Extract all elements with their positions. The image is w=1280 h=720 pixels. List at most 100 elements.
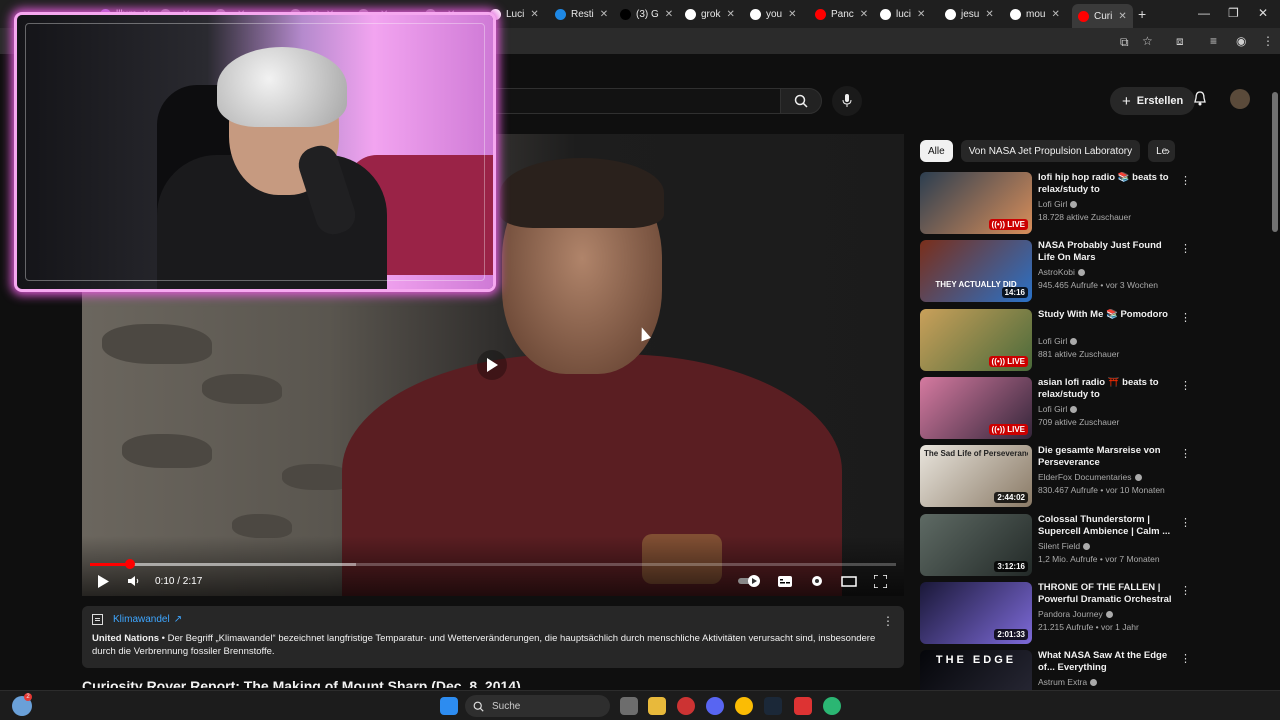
app-icon[interactable] <box>794 697 812 715</box>
info-more-icon[interactable]: ⋮ <box>882 614 894 628</box>
center-play-icon[interactable] <box>477 350 507 380</box>
recommendation-channel[interactable]: Pandora Journey <box>1038 609 1113 619</box>
recommendation-item[interactable]: ((•)) LIVE lofi hip hop radio 📚 beats to … <box>920 172 1191 234</box>
maximize-icon[interactable]: ❐ <box>1228 6 1239 20</box>
tab-close-icon[interactable]: ✕ <box>788 9 796 20</box>
minimize-icon[interactable]: — <box>1198 6 1210 20</box>
browser-tab[interactable]: Luci ✕ <box>490 4 539 24</box>
account-avatar[interactable] <box>1230 89 1250 109</box>
tab-close-icon[interactable]: ✕ <box>1118 11 1126 22</box>
install-app-icon[interactable]: ⧉ <box>1120 35 1129 50</box>
browser-tab[interactable]: Resti ✕ <box>555 4 608 24</box>
filter-chip[interactable]: Alle <box>920 140 953 162</box>
browser-menu-icon[interactable]: ⋮ <box>1262 34 1274 48</box>
volume-button[interactable] <box>128 573 140 589</box>
video-thumbnail[interactable]: 3:12:16 <box>920 514 1032 576</box>
taskbar-search[interactable]: Suche <box>465 695 610 717</box>
recommendation-title[interactable]: asian lofi radio ⛩️ beats to relax/study… <box>1038 377 1174 401</box>
discord-icon[interactable] <box>706 697 724 715</box>
search-input[interactable] <box>490 88 780 114</box>
tab-close-icon[interactable]: ✕ <box>600 9 608 20</box>
windows-start-icon[interactable] <box>440 697 458 715</box>
tab-close-icon[interactable]: ✕ <box>860 9 868 20</box>
tab-close-icon[interactable]: ✕ <box>665 9 673 20</box>
recommendation-title[interactable]: NASA Probably Just Found Life On Mars <box>1038 240 1174 264</box>
browser-tab[interactable]: jesu ✕ <box>945 4 994 24</box>
autoplay-toggle[interactable] <box>738 573 764 589</box>
video-thumbnail[interactable]: The Sad Life of Perseverance 2:44:02 <box>920 445 1032 507</box>
browser-tab[interactable]: (3) G ✕ <box>620 4 673 24</box>
browser-tab[interactable]: Curi ✕ <box>1072 4 1133 28</box>
recommendation-item[interactable]: 2:01:33 THRONE OF THE FALLEN | Powerful D… <box>920 582 1191 644</box>
recommendation-title[interactable]: THRONE OF THE FALLEN | Powerful Dramatic… <box>1038 582 1174 606</box>
recommendation-title[interactable]: Die gesamte Marsreise von Perseverance <box>1038 445 1174 469</box>
new-tab-button[interactable]: + <box>1138 6 1146 22</box>
browser-tab[interactable]: Panc ✕ <box>815 4 868 24</box>
more-options-icon[interactable]: ⋮ <box>1180 584 1191 597</box>
more-options-icon[interactable]: ⋮ <box>1180 174 1191 187</box>
recommendation-item[interactable]: THEY ACTUALLY DID 14:16 NASA Probably Just… <box>920 240 1191 302</box>
browser-tab[interactable]: you ✕ <box>750 4 797 24</box>
search-button[interactable] <box>780 88 822 114</box>
notifications-bell-icon[interactable] <box>1192 91 1208 107</box>
browser-tab[interactable]: grok ✕ <box>685 4 735 24</box>
tab-close-icon[interactable]: ✕ <box>917 9 925 20</box>
video-thumbnail[interactable]: THEY ACTUALLY DID 14:16 <box>920 240 1032 302</box>
recommendation-item[interactable]: The Sad Life of Perseverance 2:44:02 Die g… <box>920 445 1191 507</box>
app-icon[interactable] <box>677 697 695 715</box>
filter-chip[interactable]: Von NASA Jet Propulsion Laboratory <box>960 140 1141 162</box>
app-icon[interactable] <box>823 697 841 715</box>
task-view-icon[interactable] <box>620 697 638 715</box>
tab-close-icon[interactable]: ✕ <box>726 9 734 20</box>
recommendation-channel[interactable]: Astrum Extra <box>1038 677 1098 687</box>
recommendation-item[interactable]: 3:12:16 Colossal Thunderstorm | Supercell… <box>920 514 1191 576</box>
chevron-right-icon[interactable]: › <box>1166 144 1170 158</box>
steam-icon[interactable] <box>764 697 782 715</box>
video-thumbnail[interactable]: ((•)) LIVE <box>920 377 1032 439</box>
recommendation-channel[interactable]: Lofi Girl <box>1038 336 1078 346</box>
more-options-icon[interactable]: ⋮ <box>1180 242 1191 255</box>
video-thumbnail[interactable]: ((•)) LIVE <box>920 309 1032 371</box>
browser-tab[interactable]: mou ✕ <box>1010 4 1060 24</box>
fullscreen-button[interactable] <box>874 573 887 589</box>
more-options-icon[interactable]: ⋮ <box>1180 379 1191 392</box>
play-button[interactable] <box>98 573 109 589</box>
more-options-icon[interactable]: ⋮ <box>1180 447 1191 460</box>
recommendation-title[interactable]: Study With Me 📚 Pomodoro <box>1038 309 1174 321</box>
recommendation-item[interactable]: ((•)) LIVE Study With Me 📚 Pomodoro Lofi G… <box>920 309 1191 371</box>
recommendation-channel[interactable]: Silent Field <box>1038 541 1091 551</box>
extensions-icon[interactable]: ⧈ <box>1176 34 1184 49</box>
recommendation-channel[interactable]: Lofi Girl <box>1038 404 1078 414</box>
video-thumbnail[interactable]: 2:01:33 <box>920 582 1032 644</box>
create-button[interactable]: + Erstellen <box>1110 87 1196 115</box>
recommendation-item[interactable]: ((•)) LIVE asian lofi radio ⛩️ beats to r… <box>920 377 1191 439</box>
filter-chip[interactable]: Le <box>1148 140 1176 162</box>
info-panel-topic[interactable]: Klimawandel ↗ <box>92 614 182 625</box>
recommendation-channel[interactable]: AstroKobi <box>1038 267 1085 277</box>
more-options-icon[interactable]: ⋮ <box>1180 311 1191 324</box>
voice-search-button[interactable] <box>832 86 862 116</box>
recommendation-title[interactable]: What NASA Saw At the Edge of... Everythi… <box>1038 650 1174 674</box>
chrome-icon[interactable] <box>735 697 753 715</box>
file-explorer-icon[interactable] <box>648 697 666 715</box>
tab-close-icon[interactable]: ✕ <box>1051 9 1059 20</box>
subtitles-button[interactable] <box>778 573 792 589</box>
recommendation-title[interactable]: lofi hip hop radio 📚 beats to relax/stud… <box>1038 172 1174 196</box>
close-window-icon[interactable]: ✕ <box>1258 6 1268 20</box>
browser-tab[interactable]: luci ✕ <box>880 4 925 24</box>
recommendation-channel[interactable]: Lofi Girl <box>1038 199 1078 209</box>
more-options-icon[interactable]: ⋮ <box>1180 652 1191 665</box>
bookmark-star-icon[interactable]: ☆ <box>1142 34 1153 48</box>
recommendation-title[interactable]: Colossal Thunderstorm | Supercell Ambien… <box>1038 514 1174 538</box>
tab-close-icon[interactable]: ✕ <box>530 9 538 20</box>
scrollbar-thumb[interactable] <box>1272 92 1278 232</box>
theater-mode-button[interactable] <box>841 573 857 589</box>
more-options-icon[interactable]: ⋮ <box>1180 516 1191 529</box>
video-thumbnail[interactable]: ((•)) LIVE <box>920 172 1032 234</box>
settings-button[interactable] <box>810 573 824 589</box>
recommendation-channel[interactable]: ElderFox Documentaries <box>1038 472 1142 482</box>
topic-link[interactable]: Klimawandel <box>113 614 170 625</box>
tab-close-icon[interactable]: ✕ <box>985 9 993 20</box>
progress-bar[interactable] <box>90 559 896 569</box>
reading-list-icon[interactable]: ≡ <box>1210 34 1217 48</box>
